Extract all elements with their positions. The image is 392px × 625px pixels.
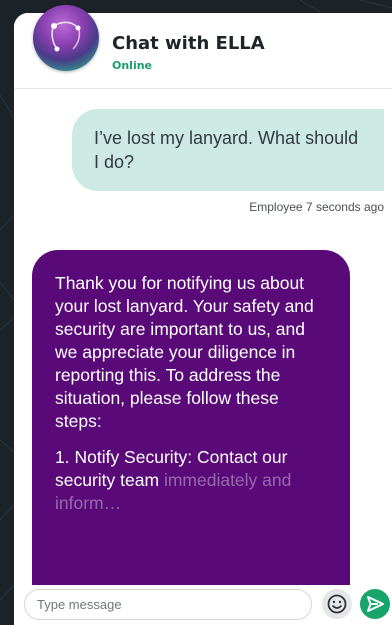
bot-message-bubble: Thank you for notifying us about your lo…: [32, 250, 350, 590]
smiley-icon: [327, 594, 347, 614]
user-message-text: I’ve lost my lanyard. What should I do?: [94, 128, 359, 172]
user-message-bubble: I’ve lost my lanyard. What should I do?: [72, 109, 384, 191]
bot-message-paragraph: Thank you for notifying us about your lo…: [55, 273, 314, 431]
emoji-button[interactable]: [322, 589, 352, 619]
message-input[interactable]: [24, 589, 312, 620]
chat-window: Chat with ELLA Online I’ve lost my lanya…: [14, 13, 392, 625]
ella-avatar: [33, 5, 99, 71]
bot-message-paragraph: 1. Notify Security: Contact our security…: [55, 446, 328, 515]
send-button[interactable]: [360, 589, 390, 619]
online-status: Online: [112, 59, 153, 72]
send-arrow-icon: [367, 596, 384, 612]
composer-bar: [14, 585, 392, 625]
ella-orb-icon: [51, 21, 81, 52]
message-timestamp: Employee 7 seconds ago: [249, 200, 384, 214]
chat-title: Chat with ELLA: [112, 33, 265, 54]
